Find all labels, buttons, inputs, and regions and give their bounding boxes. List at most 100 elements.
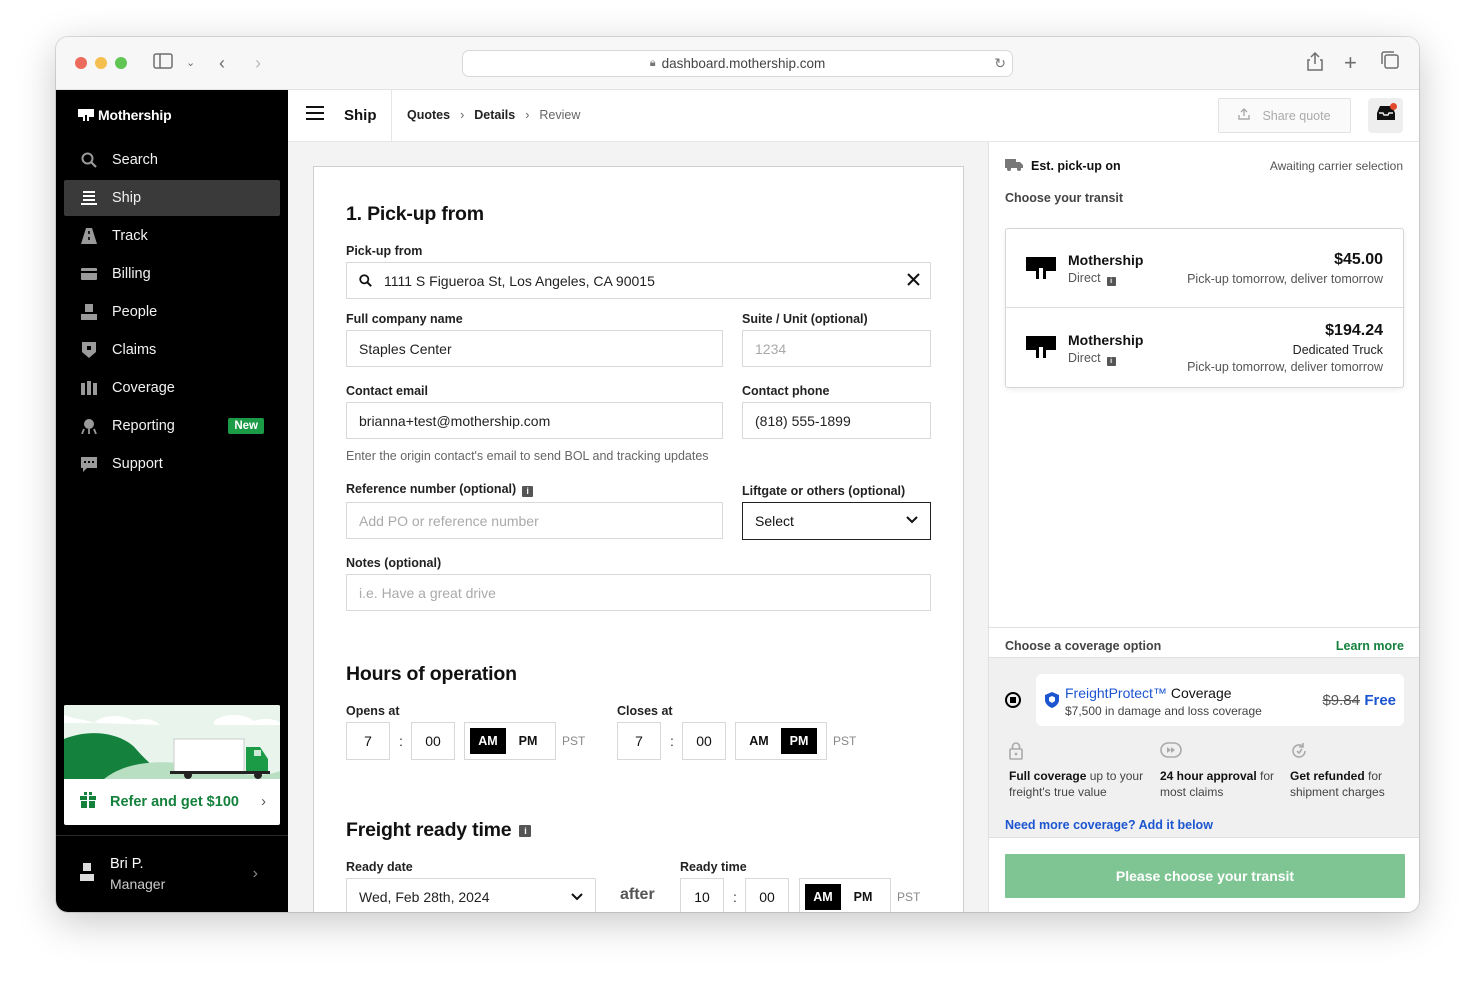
opens-am-option[interactable]: AM: [470, 728, 506, 754]
brand-logo[interactable]: Mothership: [78, 107, 172, 123]
ready-pm-option[interactable]: PM: [845, 884, 881, 910]
closes-minute-value: 00: [696, 733, 712, 749]
sidebar-item-label: Track: [112, 228, 148, 244]
support-icon: [80, 455, 98, 473]
closes-label: Closes at: [617, 704, 673, 718]
breadcrumb-details[interactable]: Details: [474, 108, 515, 122]
chevron-down-icon[interactable]: ⌄: [186, 51, 195, 75]
info-icon[interactable]: i: [519, 825, 532, 837]
company-label: Full company name: [346, 312, 463, 326]
time-colon: :: [399, 733, 403, 749]
share-quote-button[interactable]: Share quote: [1218, 98, 1351, 133]
opens-minute-input[interactable]: 00: [411, 722, 455, 760]
share-quote-label: Share quote: [1262, 108, 1331, 123]
pickup-form: 1. Pick-up from Pick-up from 1111 S Figu…: [313, 166, 964, 912]
sidebar-item-reporting[interactable]: Reporting New: [64, 408, 280, 444]
closes-am-option[interactable]: AM: [741, 728, 777, 754]
clear-icon[interactable]: [907, 273, 920, 286]
reference-input[interactable]: Add PO or reference number: [346, 502, 723, 539]
quote-type: Dedicated Truck: [1292, 343, 1383, 357]
quote-list: Mothership Direct i $45.00 Pick-up tomorr…: [1005, 228, 1404, 388]
breadcrumb-review[interactable]: Review: [539, 108, 580, 122]
learn-more-link[interactable]: Learn more: [1336, 639, 1404, 653]
back-icon[interactable]: ‹: [219, 51, 225, 75]
billing-icon: [80, 265, 98, 283]
sidebar-item-label: Coverage: [112, 380, 175, 396]
quote-option[interactable]: Mothership Direct i $194.24 Dedicated Tru…: [1006, 307, 1403, 387]
refer-link[interactable]: Refer and get $100 ›: [64, 779, 280, 825]
freightprotect-description: $7,500 in damage and loss coverage: [1065, 704, 1262, 718]
refund-icon: [1290, 742, 1405, 762]
coverage-header: Choose a coverage option Learn more: [989, 627, 1419, 657]
sidebar-item-ship[interactable]: Ship: [64, 180, 280, 216]
notes-label: Notes (optional): [346, 556, 442, 570]
opens-pm-option[interactable]: PM: [510, 728, 546, 754]
minimize-window-button[interactable]: [95, 57, 107, 69]
ready-minute-input[interactable]: 00: [745, 878, 789, 912]
opens-minute-value: 00: [425, 733, 441, 749]
contact-email-input[interactable]: brianna+test@mothership.com: [346, 402, 723, 439]
ready-date-select[interactable]: Wed, Feb 28th, 2024: [346, 878, 596, 912]
tabs-overview-icon[interactable]: [1381, 51, 1399, 75]
notes-placeholder: i.e. Have a great drive: [359, 584, 496, 601]
opens-hour-value: 7: [364, 733, 372, 749]
address-bar[interactable]: 🔒︎ dashboard.mothership.com ↻: [462, 50, 1013, 77]
need-more-coverage-link[interactable]: Need more coverage? Add it below: [1005, 818, 1213, 832]
brand-name: Mothership: [98, 107, 172, 123]
opens-hour-input[interactable]: 7: [346, 722, 390, 760]
quote-service-label: Direct: [1068, 271, 1101, 285]
sidebar-item-label: Claims: [112, 342, 157, 358]
close-window-button[interactable]: [75, 57, 87, 69]
breadcrumb-quotes[interactable]: Quotes: [407, 108, 450, 122]
user-menu[interactable]: Bri P. Manager ›: [56, 835, 288, 912]
ready-am-option[interactable]: AM: [805, 884, 841, 910]
sidebar-item-coverage[interactable]: Coverage: [64, 370, 280, 406]
quote-window: Pick-up tomorrow, deliver tomorrow: [1187, 272, 1383, 286]
refer-card[interactable]: Refer and get $100 ›: [64, 705, 280, 825]
forward-icon[interactable]: ›: [255, 51, 261, 75]
freightprotect-option[interactable]: FreightProtect™ Coverage $7,500 in damag…: [1036, 674, 1404, 726]
suite-input[interactable]: 1234: [742, 330, 931, 367]
ready-date-value: Wed, Feb 28th, 2024: [359, 889, 490, 905]
sidebar-item-label: Reporting: [112, 418, 175, 434]
reference-label-text: Reference number (optional): [346, 482, 517, 496]
ready-hour-input[interactable]: 10: [680, 878, 724, 912]
inbox-button[interactable]: [1368, 98, 1403, 133]
fast-forward-icon: [1160, 742, 1285, 762]
sidebar-item-label: Search: [112, 152, 158, 168]
notes-input[interactable]: i.e. Have a great drive: [346, 574, 931, 611]
liftgate-select[interactable]: Select: [742, 502, 931, 540]
reload-icon[interactable]: ↻: [994, 55, 1006, 72]
pickup-address-input[interactable]: 1111 S Figueroa St, Los Angeles, CA 9001…: [346, 262, 931, 299]
coverage-radio[interactable]: [1005, 692, 1021, 708]
info-icon[interactable]: i: [1106, 277, 1116, 286]
sidebar-item-billing[interactable]: Billing: [64, 256, 280, 292]
closes-hour-input[interactable]: 7: [617, 722, 661, 760]
closes-pm-option[interactable]: PM: [781, 728, 817, 754]
mothership-logo-icon: [78, 109, 94, 121]
closes-minute-input[interactable]: 00: [682, 722, 726, 760]
feature-refund: Get refunded for shipment charges: [1290, 742, 1405, 800]
share-icon[interactable]: [1307, 51, 1323, 77]
sidebar-toggle-icon[interactable]: [153, 51, 173, 75]
quote-option[interactable]: Mothership Direct i $45.00 Pick-up tomorr…: [1006, 229, 1403, 307]
sidebar-item-track[interactable]: Track: [64, 218, 280, 254]
sidebar-item-support[interactable]: Support: [64, 446, 280, 482]
company-name-input[interactable]: Staples Center: [346, 330, 723, 367]
email-hint: Enter the origin contact's email to send…: [346, 449, 709, 463]
info-icon[interactable]: i: [522, 486, 534, 497]
pickup-label: Pick-up from: [346, 244, 423, 258]
top-bar: Ship Quotes › Details › Review Share quo…: [288, 90, 1419, 142]
ready-hour-value: 10: [694, 889, 710, 905]
new-tab-icon[interactable]: +: [1344, 51, 1357, 75]
avatar: [80, 862, 94, 886]
sidebar-item-claims[interactable]: Claims: [64, 332, 280, 368]
sidebar-item-people[interactable]: People: [64, 294, 280, 330]
choose-transit-button[interactable]: Please choose your transit: [1005, 854, 1405, 898]
reference-label: Reference number (optional) i: [346, 482, 534, 497]
info-icon[interactable]: i: [1106, 357, 1116, 366]
menu-icon[interactable]: [306, 106, 324, 120]
contact-phone-input[interactable]: (818) 555-1899: [742, 402, 931, 439]
maximize-window-button[interactable]: [115, 57, 127, 69]
sidebar-item-search[interactable]: Search: [64, 142, 280, 178]
